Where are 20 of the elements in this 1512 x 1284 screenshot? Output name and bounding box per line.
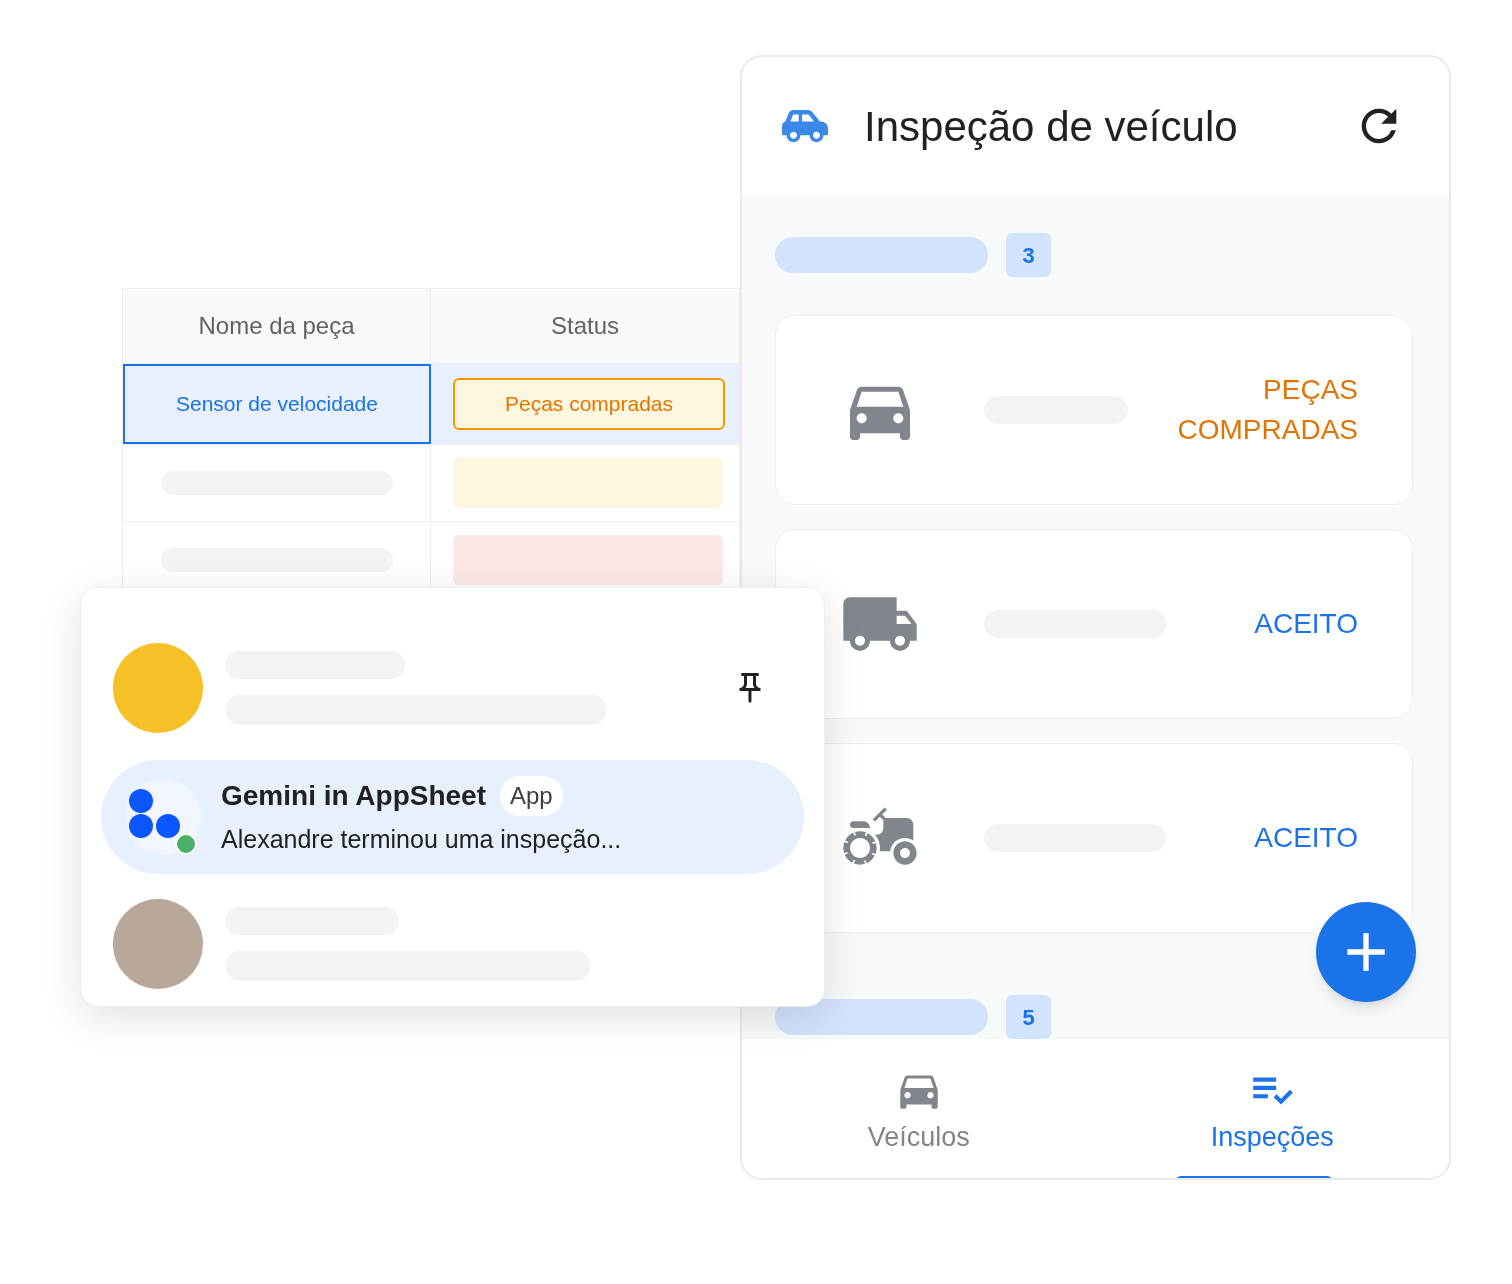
vehicle-card[interactable]: PEÇAS COMPRADAS — [775, 315, 1413, 505]
status-label: ACEITO — [1253, 821, 1358, 855]
table-cell: Sensor de velocidade — [123, 364, 431, 444]
message-text: Alexandre terminou uma inspeção... — [221, 824, 622, 856]
count-badge: 5 — [1006, 995, 1051, 1039]
status-label: PEÇAS COMPRADAS — [1176, 373, 1358, 447]
table-row[interactable]: Sensor de velocidade Peças compradas — [123, 364, 739, 444]
column-header: Nome da peça — [198, 311, 355, 341]
app-title: Inspeção de veículo — [864, 101, 1238, 152]
vehicle-card[interactable]: ACEITO — [775, 529, 1413, 719]
sender-name: Gemini in AppSheet — [221, 779, 486, 814]
app-badge: App — [500, 776, 563, 817]
status-label: ACEITO — [1253, 607, 1358, 641]
notification-item[interactable]: Gemini in AppSheet App Alexandre terminou uma inspeção... — [101, 760, 804, 874]
nav-tab[interactable]: Inspeções — [1095, 1039, 1449, 1178]
nav-tab[interactable]: Veículos — [742, 1039, 1096, 1178]
gemini-logo-icon — [125, 779, 201, 855]
count-badge: 3 — [1006, 233, 1051, 277]
column-header: Status — [550, 311, 619, 341]
status-chip: Peças compradas — [453, 378, 725, 430]
